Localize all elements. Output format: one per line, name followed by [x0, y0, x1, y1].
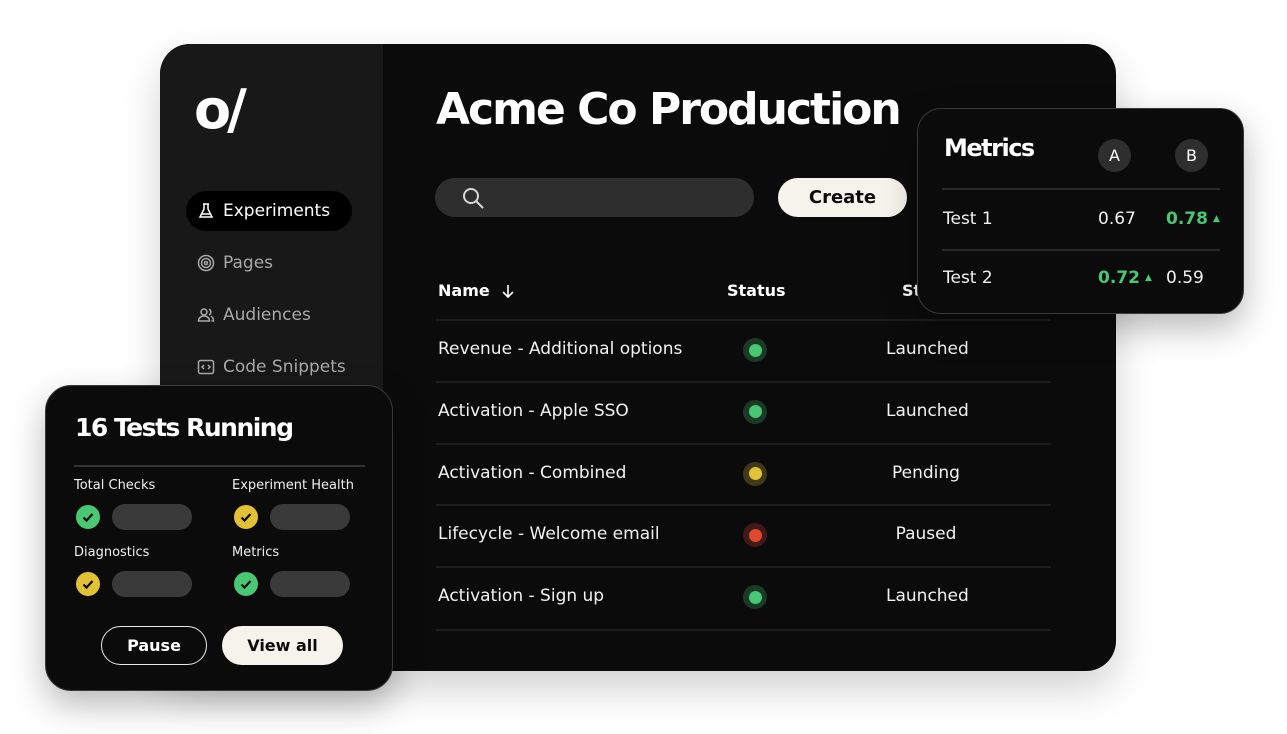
metric-value-b: 0.59	[1166, 268, 1204, 288]
search-icon	[463, 187, 484, 209]
column-header-label: Name	[438, 281, 490, 300]
experiment-state: Launched	[886, 339, 969, 359]
sidebar-item-experiments[interactable]: Experiments	[186, 191, 352, 231]
sidebar-item-audiences[interactable]: Audiences	[186, 295, 352, 335]
status-indicator	[743, 585, 767, 610]
table-row[interactable]: Lifecycle - Welcome email Paused	[436, 504, 1051, 567]
experiment-name: Activation - Combined	[438, 462, 627, 483]
placeholder-bar	[270, 571, 350, 597]
status-indicator	[743, 399, 767, 424]
column-header-name[interactable]: Name	[438, 281, 516, 300]
experiment-name: Activation - Sign up	[438, 586, 605, 607]
create-button[interactable]: Create	[778, 178, 907, 217]
users-icon	[197, 308, 215, 322]
variant-b-badge: B	[1175, 139, 1208, 172]
radar-icon	[197, 254, 215, 272]
check-label: Diagnostics	[74, 545, 150, 560]
experiment-state: Launched	[886, 586, 969, 607]
status-indicator	[743, 338, 767, 362]
sidebar-item-label: Pages	[223, 253, 274, 273]
placeholder-bar	[112, 504, 192, 530]
status-dot	[748, 590, 762, 604]
view-all-button[interactable]: View all	[222, 626, 343, 665]
check-label: Experiment Health	[232, 478, 354, 493]
experiment-state: Pending	[892, 462, 960, 483]
check-icon	[76, 505, 100, 529]
check-label: Total Checks	[74, 478, 156, 493]
status-dot	[748, 405, 762, 419]
tests-running-title: 16 Tests Running	[75, 413, 294, 442]
table-row[interactable]: Activation - Combined Pending	[436, 442, 1051, 506]
flask-icon	[198, 203, 214, 218]
check-icon	[76, 572, 100, 596]
variant-a-badge: A	[1098, 139, 1131, 172]
column-header-status[interactable]: Status	[727, 281, 786, 300]
metric-row-label: Test 1	[943, 209, 993, 229]
metric-value-b: 0.78 ▲	[1166, 209, 1220, 229]
trend-up-icon: ▲	[1144, 273, 1152, 283]
sidebar-item-code-snippets[interactable]: Code Snippets	[186, 347, 352, 387]
metric-value-a: 0.67	[1098, 209, 1136, 229]
sidebar-item-label: Experiments	[223, 201, 331, 221]
status-dot	[748, 467, 762, 481]
tests-running-card: 16 Tests Running Total Checks Experiment…	[45, 385, 393, 691]
divider	[942, 249, 1220, 251]
metrics-title: Metrics	[944, 134, 1035, 162]
sidebar-item-pages[interactable]: Pages	[186, 243, 352, 283]
status-indicator	[743, 523, 767, 548]
experiment-name: Revenue - Additional options	[438, 339, 683, 359]
column-header-label: Status	[727, 281, 786, 300]
placeholder-bar	[112, 571, 192, 597]
table-row[interactable]: Activation - Apple SSO Launched	[436, 380, 1051, 444]
sidebar-item-label: Code Snippets	[223, 357, 346, 377]
logo: o/	[194, 78, 247, 141]
divider	[942, 188, 1220, 190]
status-indicator	[743, 461, 767, 486]
metrics-card: Metrics A B Test 1 0.67 0.78 ▲ Test 2 0.7…	[917, 108, 1244, 314]
sidebar-item-label: Audiences	[223, 305, 311, 325]
arrow-down-icon	[502, 284, 514, 298]
check-label: Metrics	[232, 545, 280, 560]
page-title: Acme Co Production	[436, 84, 902, 135]
status-dot	[748, 343, 762, 357]
divider	[74, 465, 365, 467]
pause-button[interactable]: Pause	[101, 626, 207, 665]
placeholder-bar	[270, 504, 350, 530]
status-dot	[748, 528, 762, 542]
experiment-state: Launched	[886, 400, 969, 421]
search-bar[interactable]	[435, 178, 754, 217]
experiment-name: Activation - Apple SSO	[438, 400, 629, 421]
check-icon	[234, 572, 258, 596]
table-row[interactable]: Activation - Sign up Launched	[436, 566, 1051, 632]
search-input[interactable]	[493, 187, 737, 208]
metric-value-a: 0.72 ▲	[1098, 268, 1152, 288]
experiment-state: Paused	[895, 524, 957, 545]
table-row[interactable]: Revenue - Additional options Launched	[436, 319, 1051, 382]
trend-up-icon: ▲	[1212, 214, 1220, 224]
experiment-name: Lifecycle - Welcome email	[438, 524, 660, 545]
check-icon	[234, 505, 258, 529]
metric-row-label: Test 2	[943, 268, 993, 288]
code-icon	[197, 359, 215, 375]
